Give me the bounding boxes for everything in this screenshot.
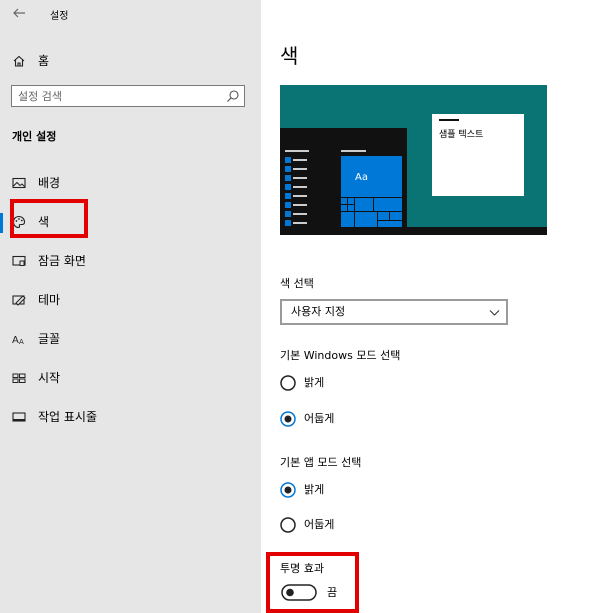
font-icon: A A [12, 335, 24, 346]
color-choice-label: 색 선택 [280, 277, 314, 290]
svg-text:A: A [19, 338, 24, 346]
sidebar-item-background[interactable]: 배경 [0, 168, 261, 198]
home-icon [13, 55, 25, 67]
sidebar-item-fonts[interactable]: A A 글꼴 [0, 324, 261, 354]
windows-mode-light-label: 밝게 [304, 376, 325, 389]
lock-screen-icon [12, 255, 26, 266]
sidebar: 설정 홈 개인 설정 배경 색 [0, 0, 261, 613]
windows-mode-dark-label: 어둡게 [304, 412, 335, 425]
sidebar-item-label: 시작 [38, 371, 61, 385]
sidebar-item-label: 홈 [38, 54, 50, 68]
windows-mode-light-radio[interactable] [280, 375, 296, 391]
selection-indicator [0, 213, 3, 233]
sidebar-item-home[interactable]: 홈 [0, 46, 261, 76]
main-panel: 색 Aa 샘플 텍스트 색 선택 사용자 지정 기본 Windows 모드 선택… [261, 0, 600, 613]
app-mode-dark-radio[interactable] [280, 517, 296, 533]
theme-icon [12, 295, 26, 306]
preview-sample-text: 샘플 텍스트 [439, 130, 484, 140]
sidebar-item-label: 테마 [38, 293, 61, 307]
app-mode-label: 기본 앱 모드 선택 [280, 456, 362, 469]
search-input[interactable] [18, 89, 218, 103]
app-title: 설정 [50, 11, 69, 22]
preview-start-list [285, 157, 309, 229]
chevron-down-icon [489, 310, 500, 316]
sidebar-item-label: 작업 표시줄 [38, 410, 98, 424]
sidebar-item-start[interactable]: 시작 [0, 363, 261, 393]
preview-small-tiles [341, 198, 402, 229]
page-title: 색 [280, 44, 299, 68]
windows-mode-dark-radio[interactable] [280, 411, 296, 427]
preview-taskbar [280, 227, 547, 235]
sidebar-item-taskbar[interactable]: 작업 표시줄 [0, 402, 261, 432]
search-box[interactable] [11, 85, 245, 107]
sidebar-item-lock-screen[interactable]: 잠금 화면 [0, 246, 261, 276]
color-preview: Aa 샘플 텍스트 [280, 85, 547, 235]
app-mode-dark-label: 어둡게 [304, 518, 335, 531]
section-title: 개인 설정 [12, 130, 57, 143]
sidebar-item-theme[interactable]: 테마 [0, 285, 261, 315]
sidebar-item-label: 배경 [38, 176, 61, 190]
highlight-box-color [10, 199, 88, 238]
preview-window: 샘플 텍스트 [432, 114, 524, 196]
color-choice-value: 사용자 지정 [291, 305, 346, 318]
app-mode-light-radio[interactable] [280, 482, 296, 498]
search-icon[interactable] [226, 89, 240, 103]
taskbar-icon [12, 412, 26, 422]
back-button[interactable] [8, 4, 30, 22]
preview-start-menu: Aa [280, 128, 407, 235]
back-arrow-icon [13, 8, 25, 18]
sidebar-item-label: 잠금 화면 [38, 254, 86, 268]
highlight-box-transparency [266, 552, 359, 613]
preview-tile: Aa [341, 156, 402, 197]
color-choice-dropdown[interactable]: 사용자 지정 [280, 299, 508, 325]
sidebar-item-label: 글꼴 [38, 332, 61, 346]
preview-tile-text: Aa [355, 172, 368, 183]
picture-icon [12, 177, 26, 189]
svg-text:A: A [12, 335, 19, 346]
windows-mode-label: 기본 Windows 모드 선택 [280, 349, 401, 362]
start-icon [12, 373, 26, 383]
app-mode-light-label: 밝게 [304, 483, 325, 496]
